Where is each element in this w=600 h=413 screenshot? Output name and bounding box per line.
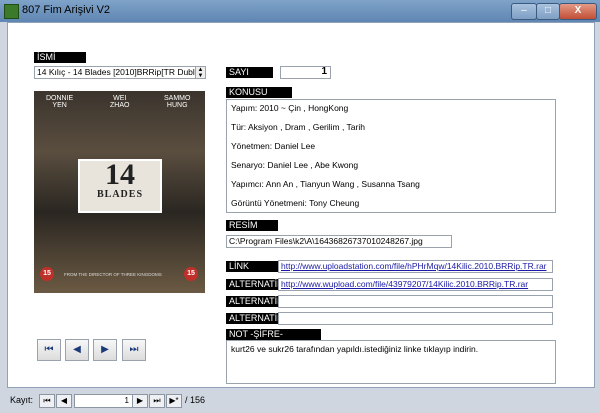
sayi-field[interactable]: 1: [280, 66, 331, 79]
poster-cast-1: DONNIE YEN: [46, 95, 74, 109]
poster-cast-3: SAMMO HUNG: [164, 95, 191, 109]
movie-poster: DONNIE YEN WEI ZHAO SAMMO HUNG 14 BLADES 15…: [34, 91, 205, 293]
isim-value: 14 Kılıç - 14 Blades [2010]BRRip[TR Dubl…: [37, 67, 204, 77]
nav-prev-icon[interactable]: ◀: [56, 394, 72, 408]
konusu-line-3: Yönetmen: Daniel Lee: [231, 141, 316, 151]
konusu-label: KONUSU: [226, 87, 292, 98]
konusu-memo[interactable]: Yapım: 2010 ~ Çin , HongKong Tür: Aksiyo…: [226, 99, 556, 213]
not-label: NOT -ŞİFRE-AÇIKLAMA: [226, 329, 321, 350]
current-record-input[interactable]: 1: [74, 394, 133, 408]
nav-first-icon[interactable]: ⏮: [39, 394, 55, 408]
rating-badge-right: 15: [184, 267, 198, 281]
poster-title-box: 14 BLADES: [78, 159, 162, 213]
previous-record-button[interactable]: ◀: [65, 339, 89, 361]
alternatif-1-label: ALTERNATİF: [226, 279, 283, 290]
konusu-line-2: Tür: Aksiyon , Dram , Gerilim , Tarih: [231, 122, 365, 132]
alternatif-3-label: ALTERNATİF: [226, 313, 283, 324]
new-record-icon[interactable]: ▶*: [166, 394, 182, 408]
maximize-button[interactable]: □: [536, 3, 560, 20]
resim-value: C:\Program Files\k2\A\164368267370102482…: [229, 236, 423, 246]
close-button[interactable]: X: [559, 3, 597, 20]
alternatif-3-field[interactable]: [278, 312, 553, 325]
isim-label: İSMİ: [34, 52, 86, 63]
poster-number: 14: [105, 158, 135, 191]
sayi-value: 1: [321, 66, 327, 77]
nav-last-icon[interactable]: ⏭: [149, 394, 165, 408]
link-value[interactable]: http://www.uploadstation.com/file/hPHrMq…: [281, 261, 547, 271]
link-field[interactable]: http://www.uploadstation.com/file/hPHrMq…: [278, 260, 553, 273]
app-icon: [4, 4, 19, 19]
poster-title: BLADES: [96, 189, 143, 200]
konusu-line-1: Yapım: 2010 ~ Çin , HongKong: [231, 103, 349, 113]
alternatif-2-label: ALTERNATİF: [226, 296, 283, 307]
konusu-line-4: Senaryo: Daniel Lee , Abe Kwong: [231, 160, 359, 170]
nav-next-icon[interactable]: ▶: [132, 394, 148, 408]
combo-spin-icon[interactable]: ▲ ▼: [195, 67, 205, 78]
minimize-button[interactable]: –: [511, 3, 537, 20]
poster-footer: FROM THE DIRECTOR OF THREE KINGDOMS: [64, 272, 162, 277]
konusu-line-6: Görüntü Yönetmeni: Tony Cheung: [231, 198, 360, 208]
first-record-button[interactable]: ⏮: [37, 339, 61, 361]
kayit-label: Kayıt:: [10, 395, 34, 405]
link-label: LİNK: [226, 261, 278, 272]
window-title: 807 Fim Arişivi V2: [22, 4, 111, 16]
next-record-button[interactable]: ▶: [93, 339, 117, 361]
resim-field[interactable]: C:\Program Files\k2\A\164368267370102482…: [226, 235, 452, 248]
konusu-line-5: Yapımcı: Ann An , Tianyun Wang , Susanna…: [231, 179, 420, 189]
title-bar: 807 Fim Arişivi V2 – □ X: [0, 0, 600, 22]
alternatif-1-field[interactable]: http://www.wupload.com/file/43979207/14K…: [278, 278, 553, 291]
last-record-button[interactable]: ⏭: [122, 339, 146, 361]
rating-badge-left: 15: [40, 267, 54, 281]
record-navigator: Kayıt: ⏮ ◀ 1 ▶ ⏭ ▶* / 156: [7, 392, 593, 410]
not-memo[interactable]: kurt26 ve sukr26 tarafından yapıldı.iste…: [226, 340, 556, 384]
resim-label: RESİM: [226, 220, 278, 231]
record-total: / 156: [185, 395, 206, 405]
sayi-label: SAYI: [226, 67, 273, 78]
alternatif-1-value[interactable]: http://www.wupload.com/file/43979207/14K…: [281, 279, 528, 289]
isim-combo[interactable]: 14 Kılıç - 14 Blades [2010]BRRip[TR Dubl…: [34, 66, 206, 79]
not-value: kurt26 ve sukr26 tarafından yapıldı.iste…: [231, 344, 479, 354]
alternatif-2-field[interactable]: [278, 295, 553, 308]
poster-cast-2: WEI ZHAO: [110, 95, 130, 109]
